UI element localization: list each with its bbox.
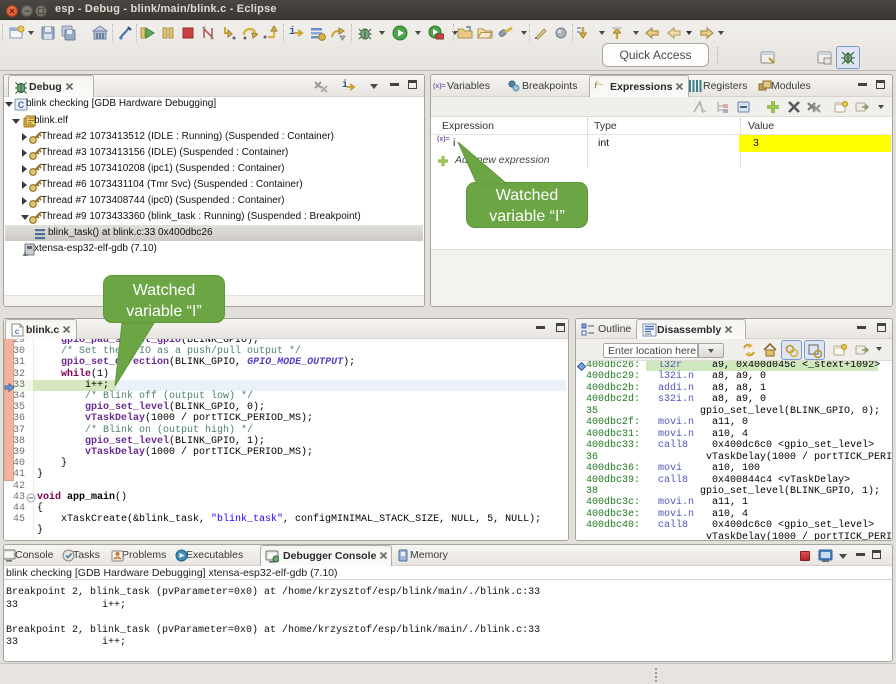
svg-text:c: c bbox=[15, 327, 20, 336]
svg-text:C: C bbox=[18, 100, 25, 110]
